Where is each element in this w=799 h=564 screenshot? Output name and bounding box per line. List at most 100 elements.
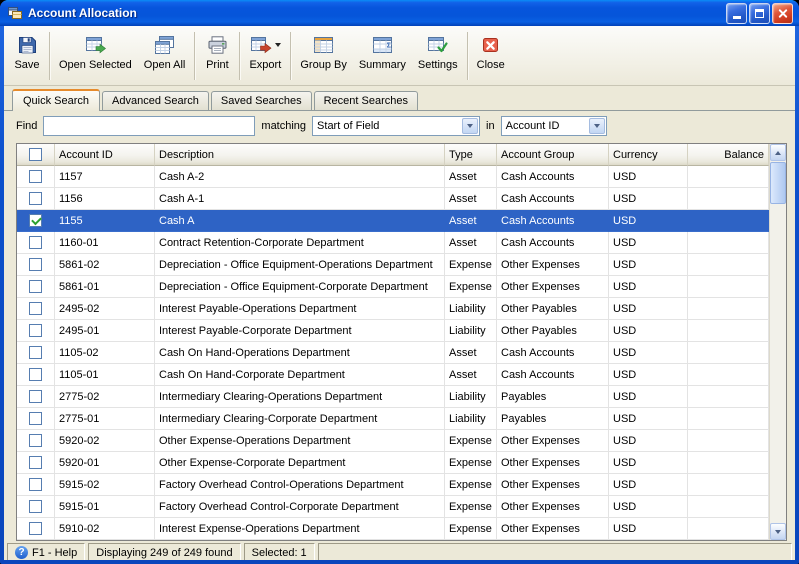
cell-currency: USD (609, 342, 688, 364)
table-row[interactable]: 2495-01 Interest Payable-Corporate Depart… (17, 320, 769, 342)
cell-account-group: Other Expenses (497, 276, 609, 298)
table-row[interactable]: 5915-02 Factory Overhead Control-Operatio… (17, 474, 769, 496)
in-select[interactable]: Account ID (500, 116, 607, 136)
table-row[interactable]: 5920-02 Other Expense-Operations Departme… (17, 430, 769, 452)
column-header-description[interactable]: Description (155, 144, 445, 166)
cell-account-group: Other Expenses (497, 474, 609, 496)
tab-quick-search[interactable]: Quick Search (12, 89, 101, 111)
table-row[interactable]: 1156 Cash A-1 Asset Cash Accounts USD (17, 188, 769, 210)
table-row[interactable]: 5861-01 Depreciation - Office Equipment-C… (17, 276, 769, 298)
table-row[interactable]: 2775-01 Intermediary Clearing-Corporate D… (17, 408, 769, 430)
search-bar: Find matching Start of Field in Account … (4, 111, 795, 141)
row-checkbox[interactable] (29, 324, 42, 337)
scrollbar-thumb[interactable] (770, 162, 786, 204)
cell-balance (688, 474, 769, 496)
maximize-button[interactable] (749, 2, 770, 24)
tab-recent-searches[interactable]: Recent Searches (313, 91, 418, 110)
scrollbar-track[interactable] (770, 205, 786, 523)
row-checkbox-cell (17, 210, 55, 232)
tab-saved-searches[interactable]: Saved Searches (210, 91, 312, 110)
row-checkbox-cell (17, 276, 55, 298)
table-row[interactable]: 5861-02 Depreciation - Office Equipment-O… (17, 254, 769, 276)
grid-table: Account ID Description Type Account Grou… (17, 144, 769, 540)
table-row[interactable]: 1157 Cash A-2 Asset Cash Accounts USD (17, 166, 769, 188)
row-checkbox[interactable] (29, 214, 42, 227)
column-header-account-id[interactable]: Account ID (55, 144, 155, 166)
save-button[interactable]: Save (8, 29, 46, 74)
chevron-down-icon[interactable] (462, 118, 479, 134)
minimize-button[interactable] (726, 2, 747, 24)
find-input[interactable] (43, 116, 256, 136)
scroll-down-button[interactable] (770, 523, 786, 540)
titlebar[interactable]: Account Allocation (0, 0, 799, 26)
row-checkbox[interactable] (29, 236, 42, 249)
cell-type: Asset (445, 232, 497, 254)
export-button[interactable]: Export (243, 29, 287, 74)
vertical-scrollbar[interactable] (769, 144, 786, 540)
column-header-type[interactable]: Type (445, 144, 497, 166)
export-icon (249, 34, 272, 56)
table-row[interactable]: 2775-02 Intermediary Clearing-Operations … (17, 386, 769, 408)
row-checkbox[interactable] (29, 500, 42, 513)
close-button[interactable] (772, 2, 793, 24)
table-row[interactable]: 1105-01 Cash On Hand-Corporate Department… (17, 364, 769, 386)
group-by-button[interactable]: Group By (294, 29, 352, 74)
row-checkbox[interactable] (29, 478, 42, 491)
row-checkbox[interactable] (29, 258, 42, 271)
settings-button[interactable]: Settings (412, 29, 464, 74)
help-icon: ? (15, 546, 28, 559)
column-header-account-group[interactable]: Account Group (497, 144, 609, 166)
table-row[interactable]: 2495-02 Interest Payable-Operations Depar… (17, 298, 769, 320)
row-checkbox[interactable] (29, 522, 42, 535)
client-area: Save Open Selected Open All Print Export… (4, 26, 795, 560)
summary-label: Summary (358, 59, 406, 71)
select-all-checkbox[interactable] (29, 148, 42, 161)
cell-currency: USD (609, 254, 688, 276)
open-all-button[interactable]: Open All (138, 29, 192, 74)
table-row[interactable]: 5920-01 Other Expense-Corporate Departmen… (17, 452, 769, 474)
column-header-balance[interactable]: Balance (688, 144, 769, 166)
settings-icon (426, 33, 449, 57)
open-selected-button[interactable]: Open Selected (53, 29, 138, 74)
row-checkbox[interactable] (29, 170, 42, 183)
matching-select[interactable]: Start of Field (312, 116, 481, 136)
row-checkbox[interactable] (29, 280, 42, 293)
summary-button[interactable]: Σ Summary (353, 29, 412, 74)
cell-account-id: 5910-02 (55, 518, 155, 540)
row-checkbox[interactable] (29, 434, 42, 447)
row-checkbox[interactable] (29, 456, 42, 469)
table-row[interactable]: 5910-02 Interest Expense-Operations Depar… (17, 518, 769, 540)
row-checkbox[interactable] (29, 192, 42, 205)
row-checkbox[interactable] (29, 390, 42, 403)
export-label: Export (249, 59, 282, 71)
table-row[interactable]: 5915-01 Factory Overhead Control-Corporat… (17, 496, 769, 518)
row-checkbox-cell (17, 254, 55, 276)
row-checkbox[interactable] (29, 368, 42, 381)
open-selected-label: Open Selected (59, 59, 132, 71)
tab-advanced-search[interactable]: Advanced Search (102, 91, 209, 110)
table-row[interactable]: 1155 Cash A Asset Cash Accounts USD (17, 210, 769, 232)
print-button[interactable]: Print (198, 29, 236, 74)
export-dropdown-icon[interactable] (275, 43, 282, 47)
row-checkbox-cell (17, 342, 55, 364)
cell-balance (688, 452, 769, 474)
row-checkbox[interactable] (29, 346, 42, 359)
group-by-icon (312, 33, 335, 57)
cell-description: Other Expense-Operations Department (155, 430, 445, 452)
cell-currency: USD (609, 452, 688, 474)
table-row[interactable]: 1160-01 Contract Retention-Corporate Depa… (17, 232, 769, 254)
row-checkbox[interactable] (29, 412, 42, 425)
table-row[interactable]: 1105-02 Cash On Hand-Operations Departmen… (17, 342, 769, 364)
cell-account-id: 1155 (55, 210, 155, 232)
close-window-button[interactable]: Close (471, 29, 511, 74)
column-header-currency[interactable]: Currency (609, 144, 688, 166)
row-checkbox[interactable] (29, 302, 42, 315)
print-label: Print (206, 59, 229, 71)
row-checkbox-cell (17, 386, 55, 408)
chevron-down-icon[interactable] (588, 118, 605, 134)
scroll-up-button[interactable] (770, 144, 786, 161)
cell-balance (688, 298, 769, 320)
cell-account-group: Other Expenses (497, 430, 609, 452)
cell-account-id: 1157 (55, 166, 155, 188)
status-help-panel[interactable]: ? F1 - Help (7, 543, 86, 560)
